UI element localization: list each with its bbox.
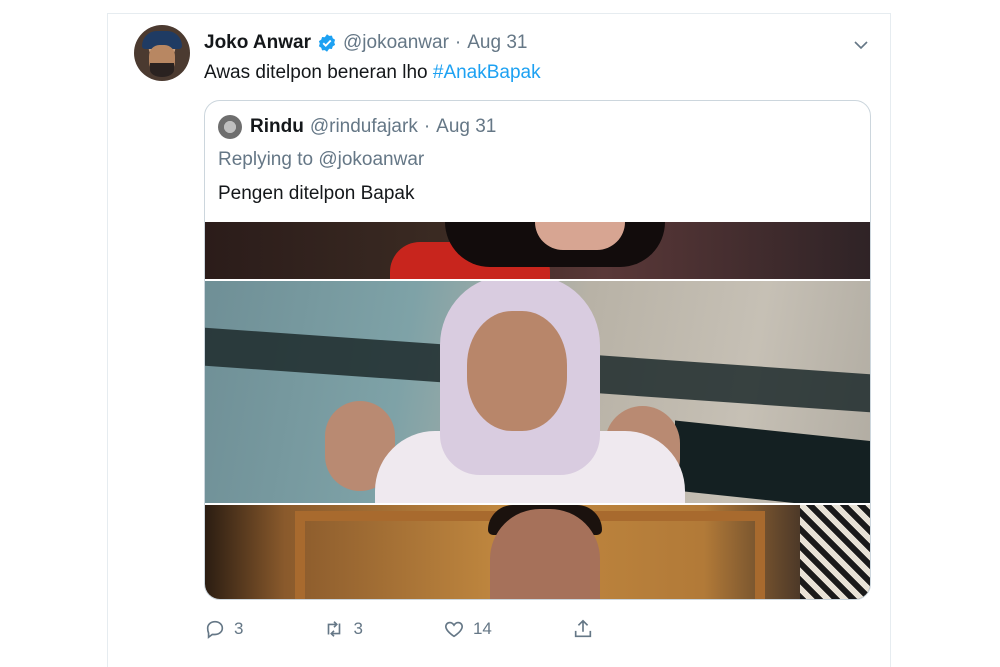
quoted-tweet-header: Rindu @rindufajark · Aug 31 xyxy=(218,115,496,139)
replying-to-line: Replying to @jokoanwar xyxy=(218,149,424,171)
quoted-author-name: Rindu xyxy=(250,116,304,137)
author-handle[interactable]: @jokoanwar xyxy=(343,32,449,54)
quoted-media-image[interactable] xyxy=(205,222,870,599)
like-button[interactable]: 14 xyxy=(443,618,492,640)
media-panel-top xyxy=(205,222,870,279)
quoted-author-avatar xyxy=(218,115,242,139)
author-name[interactable]: Joko Anwar xyxy=(204,32,311,54)
reply-icon xyxy=(206,620,224,639)
patterned-cloth xyxy=(800,505,870,599)
quoted-tweet[interactable]: Rindu @rindufajark · Aug 31 Replying to … xyxy=(204,100,871,600)
media-panel-bottom xyxy=(205,505,870,599)
author-avatar[interactable] xyxy=(134,25,190,81)
tweet-text-body: Awas ditelpon beneran lho xyxy=(204,62,433,83)
retweet-button[interactable]: 3 xyxy=(323,618,363,640)
tweet-actions: 3 3 14 xyxy=(204,618,724,640)
retweet-icon xyxy=(328,621,341,637)
verified-icon xyxy=(318,34,336,52)
man-face xyxy=(490,509,600,599)
chevron-down-icon[interactable] xyxy=(852,36,870,54)
replying-to-prefix: Replying to xyxy=(218,149,319,170)
media-panel-middle xyxy=(205,281,870,503)
like-icon xyxy=(444,621,463,638)
tweet-card[interactable]: Joko Anwar @jokoanwar · Aug 31 Awas dite… xyxy=(107,13,891,667)
avatar-beard xyxy=(150,63,174,77)
woman-face xyxy=(467,311,567,431)
quoted-tweet-date: Aug 31 xyxy=(436,116,497,137)
share-button[interactable] xyxy=(572,618,602,640)
share-icon xyxy=(574,619,592,638)
quoted-author-handle: @rindufajark xyxy=(309,116,418,137)
tweet-header: Joko Anwar @jokoanwar · Aug 31 xyxy=(204,32,527,54)
hashtag-link[interactable]: #AnakBapak xyxy=(433,62,541,83)
retweet-count: 3 xyxy=(353,619,363,638)
tweet-text: Awas ditelpon beneran lho #AnakBapak xyxy=(204,62,541,84)
reply-count: 3 xyxy=(234,619,244,638)
wall-shadow xyxy=(675,420,870,503)
tweet-date[interactable]: Aug 31 xyxy=(467,32,527,54)
face-fragment xyxy=(535,222,625,250)
like-count: 14 xyxy=(472,619,492,638)
quoted-tweet-text: Pengen ditelpon Bapak xyxy=(218,183,415,204)
replying-to-mention[interactable]: @jokoanwar xyxy=(318,149,424,170)
reply-button[interactable]: 3 xyxy=(204,618,243,640)
header-separator: · xyxy=(454,32,462,53)
quoted-header-separator: · xyxy=(423,116,431,137)
